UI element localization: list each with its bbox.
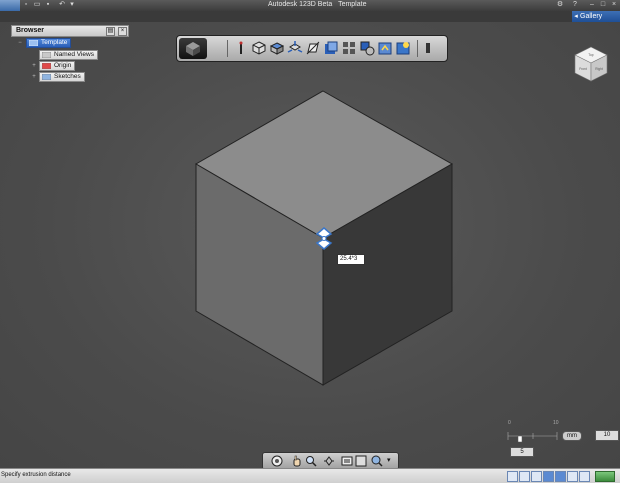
- tree-item-label: Sketches: [54, 73, 81, 80]
- grid-size-field[interactable]: 10: [595, 430, 619, 441]
- snap-icon[interactable]: [377, 40, 393, 56]
- view-cube[interactable]: Top Front Right: [572, 45, 610, 83]
- tree-item-origin[interactable]: Origin: [39, 61, 76, 71]
- cube-logo-icon: [186, 42, 200, 56]
- perspective-icon[interactable]: [543, 471, 554, 482]
- browser-pin-icon[interactable]: ▤: [106, 27, 115, 36]
- tree-item-label: Origin: [54, 62, 72, 69]
- folder-icon: [42, 74, 51, 80]
- tree-expand-icon[interactable]: +: [31, 74, 37, 80]
- component-icon: [29, 40, 38, 46]
- toolbar-separator: [417, 40, 418, 57]
- browser-panel-header: Browser ▤ ×: [11, 25, 129, 37]
- tree-item-label: Named Views: [54, 51, 94, 58]
- pan-hand-icon[interactable]: [291, 455, 303, 467]
- app-logo-button[interactable]: [179, 38, 207, 59]
- browser-close-icon[interactable]: ×: [118, 27, 127, 36]
- shadow-icon[interactable]: [519, 471, 530, 482]
- unit-selector[interactable]: mm: [562, 431, 582, 441]
- status-prompt: Specify extrusion distance: [1, 472, 71, 478]
- folder-icon: [42, 52, 51, 58]
- window-zoom-icon[interactable]: [355, 455, 367, 467]
- browser-title: Browser: [16, 27, 45, 34]
- pattern-icon[interactable]: [305, 40, 321, 56]
- viewcube-front-label: Front: [579, 67, 587, 71]
- orbit-icon[interactable]: [271, 455, 283, 467]
- view-options-icon[interactable]: [371, 455, 383, 467]
- modify-icon[interactable]: [287, 40, 303, 56]
- scale-ruler: [507, 432, 558, 443]
- snap-toggle-icon[interactable]: [567, 471, 578, 482]
- combine-icon[interactable]: [341, 40, 357, 56]
- ortho-icon[interactable]: [555, 471, 566, 482]
- scale-slider-thumb[interactable]: [517, 435, 523, 443]
- viewcube-top-label: Top: [588, 53, 593, 57]
- tree-expand-icon[interactable]: +: [31, 63, 37, 69]
- fit-all-icon[interactable]: [341, 455, 353, 467]
- snap-size-field[interactable]: 5: [510, 447, 534, 457]
- grid-display-icon[interactable]: [531, 471, 542, 482]
- tree-item-template[interactable]: Template: [26, 38, 72, 48]
- tree-item-label: Template: [41, 39, 68, 46]
- look-at-icon[interactable]: [323, 455, 335, 467]
- zoom-icon[interactable]: [305, 455, 317, 467]
- grid-scale-widget: 0 10 mm 10 5: [505, 420, 619, 460]
- main-toolbar: [176, 35, 448, 62]
- navbar-dropdown-icon[interactable]: ▾: [387, 456, 391, 464]
- box-primitive-icon[interactable]: [251, 40, 267, 56]
- viewcube-right-label: Right: [595, 67, 603, 71]
- materials-icon[interactable]: [395, 40, 411, 56]
- layout-icon[interactable]: [579, 471, 590, 482]
- tree-collapse-icon[interactable]: −: [17, 40, 23, 46]
- toolbar-menu-icon[interactable]: [423, 40, 433, 56]
- tree-item-named-views[interactable]: Named Views: [39, 50, 98, 60]
- toolbar-separator: [227, 40, 228, 57]
- measure-icon[interactable]: [359, 40, 375, 56]
- visual-style-icon[interactable]: [507, 471, 518, 482]
- dimension-input[interactable]: 25.4*3: [337, 254, 365, 265]
- grouping-icon[interactable]: [323, 40, 339, 56]
- status-bar: Specify extrusion distance: [0, 468, 620, 483]
- sketch-icon[interactable]: [233, 40, 249, 56]
- origin-icon: [42, 63, 51, 69]
- performance-indicator-icon: [595, 471, 615, 482]
- tree-item-sketches[interactable]: Sketches: [39, 72, 85, 82]
- construct-icon[interactable]: [269, 40, 285, 56]
- cube-model[interactable]: [0, 0, 620, 482]
